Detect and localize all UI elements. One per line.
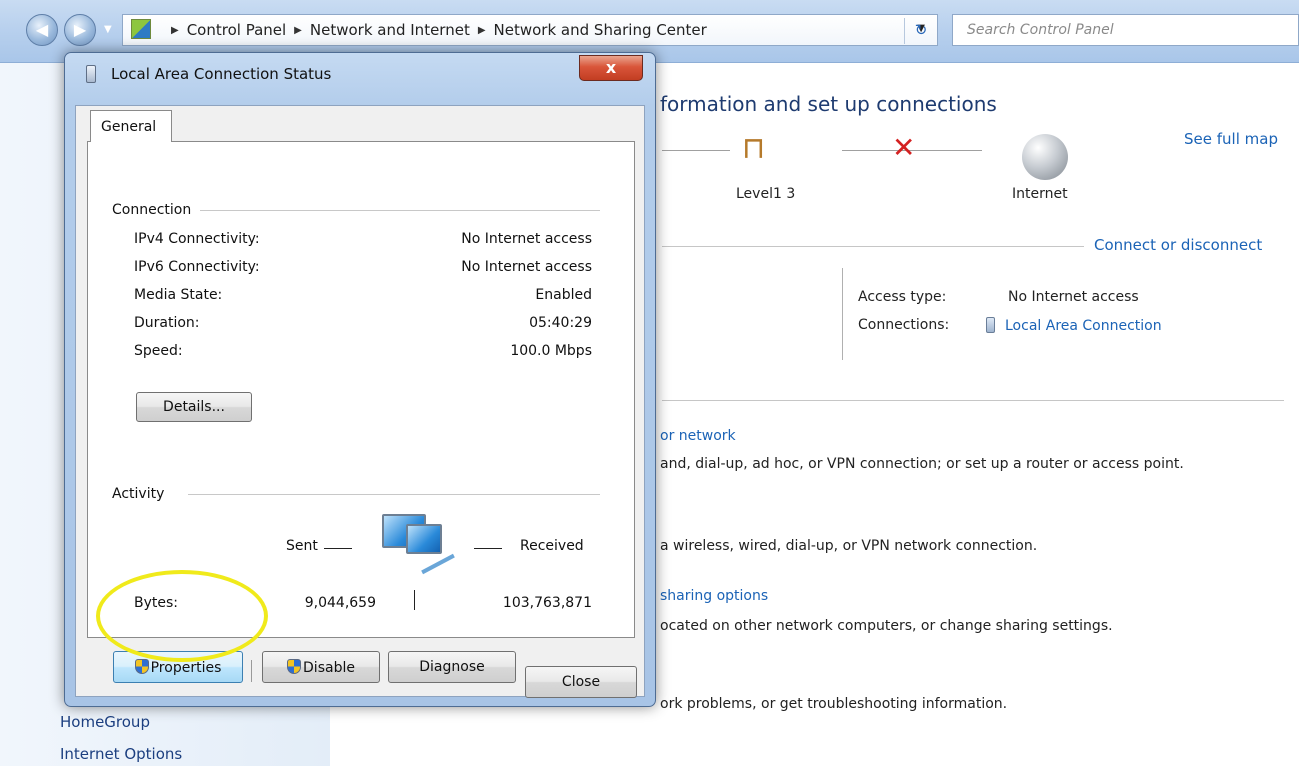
troubleshoot-description: ork problems, or get troubleshooting inf… <box>660 696 1008 712</box>
dialog-title: Local Area Connection Status <box>111 65 332 83</box>
properties-button[interactable]: Properties <box>113 651 243 683</box>
search-placeholder: Search Control Panel <box>967 22 1114 38</box>
chevron-right-icon[interactable]: ▶ <box>478 25 486 36</box>
received-line <box>474 548 502 549</box>
activity-group-label: Activity <box>112 486 173 502</box>
bytes-divider <box>414 590 415 610</box>
bytes-label: Bytes: <box>134 595 179 611</box>
speed-value: 100.0 Mbps <box>510 343 592 359</box>
recent-pages-dropdown-icon[interactable]: ▼ <box>104 24 112 35</box>
page-title: formation and set up connections <box>660 92 997 116</box>
properties-button-label: Properties <box>150 659 222 676</box>
sharing-options-link[interactable]: sharing options <box>660 588 768 604</box>
address-bar[interactable]: ▶ Control Panel ▶ Network and Internet ▶ Netw… <box>122 14 938 46</box>
sidebar-item-internet-options[interactable]: Internet Options <box>60 745 182 763</box>
diagnose-button[interactable]: Diagnose <box>388 651 516 683</box>
section-divider <box>662 246 1084 247</box>
internet-label: Internet <box>1012 186 1068 202</box>
speed-label: Speed: <box>134 343 183 359</box>
sent-label: Sent <box>286 538 318 554</box>
tab-general[interactable]: General <box>90 110 172 142</box>
group-divider <box>200 210 600 211</box>
close-button[interactable]: Close <box>525 666 637 698</box>
network-bench-icon[interactable]: ⊓ <box>742 132 765 166</box>
dialog-body: General Connection IPv4 Connectivity: No… <box>75 105 645 697</box>
access-type-value: No Internet access <box>1008 289 1139 305</box>
connect-to-network-description: a wireless, wired, dial-up, or VPN netwo… <box>660 538 1038 554</box>
bytes-received-value: 103,763,871 <box>502 595 592 611</box>
network-map-line <box>662 150 730 151</box>
see-full-map-link[interactable]: See full map <box>1184 130 1278 148</box>
ipv6-label: IPv6 Connectivity: <box>134 259 260 275</box>
local-area-connection-link[interactable]: Local Area Connection <box>1005 318 1162 334</box>
connections-label: Connections: <box>858 317 950 333</box>
duration-label: Duration: <box>134 315 200 331</box>
ipv4-value: No Internet access <box>461 231 592 247</box>
internet-globe-icon[interactable] <box>1022 134 1068 180</box>
uac-shield-icon <box>134 658 149 674</box>
group-divider <box>188 494 600 495</box>
disable-button-label: Disable <box>303 659 355 676</box>
network-name-label: Level1 3 <box>736 186 796 202</box>
media-state-value: Enabled <box>535 287 592 303</box>
media-state-label: Media State: <box>134 287 223 303</box>
chevron-right-icon[interactable]: ▶ <box>294 25 302 36</box>
duration-value: 05:40:29 <box>529 315 592 331</box>
received-label: Received <box>520 538 584 554</box>
vertical-divider <box>842 268 843 360</box>
no-connection-icon: ✕ <box>892 131 916 164</box>
general-tab-panel: Connection IPv4 Connectivity: No Interne… <box>87 141 635 638</box>
access-type-label: Access type: <box>858 289 947 305</box>
connection-group-label: Connection <box>112 202 200 218</box>
breadcrumb-network-and-sharing-center[interactable]: Network and Sharing Center <box>494 21 707 39</box>
computer-icon <box>406 524 442 554</box>
search-input[interactable]: Search Control Panel <box>952 14 1299 46</box>
setup-new-connection-description: and, dial-up, ad hoc, or VPN connection;… <box>660 456 1184 472</box>
disable-button[interactable]: Disable <box>262 651 380 683</box>
control-panel-icon <box>131 19 151 39</box>
forward-button[interactable]: ▶ <box>64 14 96 46</box>
sent-line <box>324 548 352 549</box>
breadcrumb-network-and-internet[interactable]: Network and Internet <box>310 21 470 39</box>
connections-value: Local Area Connection <box>976 317 1162 334</box>
dialog-close-x-button[interactable]: x <box>579 55 643 81</box>
refresh-icon[interactable]: ↻ <box>904 18 937 44</box>
network-cable-icon <box>421 553 455 575</box>
network-adapter-icon <box>86 65 96 83</box>
button-separator <box>251 660 252 682</box>
uac-shield-icon <box>287 658 302 674</box>
sharing-options-description: ocated on other network computers, or ch… <box>660 618 1113 634</box>
breadcrumb: ▶ Control Panel ▶ Network and Internet ▶ Netw… <box>163 21 707 39</box>
details-button[interactable]: Details... <box>136 392 252 422</box>
local-area-connection-status-dialog: Local Area Connection Status x General C… <box>64 52 656 707</box>
sidebar-item-homegroup[interactable]: HomeGroup <box>60 713 150 731</box>
setup-new-connection-link[interactable]: or network <box>660 428 736 444</box>
section-divider <box>662 400 1284 401</box>
back-button[interactable]: ◀ <box>26 14 58 46</box>
bytes-sent-value: 9,044,659 <box>304 595 376 611</box>
connect-or-disconnect-link[interactable]: Connect or disconnect <box>1094 236 1262 254</box>
network-adapter-icon <box>986 317 995 333</box>
breadcrumb-control-panel[interactable]: Control Panel <box>187 21 286 39</box>
ipv6-value: No Internet access <box>461 259 592 275</box>
ipv4-label: IPv4 Connectivity: <box>134 231 260 247</box>
chevron-right-icon[interactable]: ▶ <box>171 25 179 36</box>
